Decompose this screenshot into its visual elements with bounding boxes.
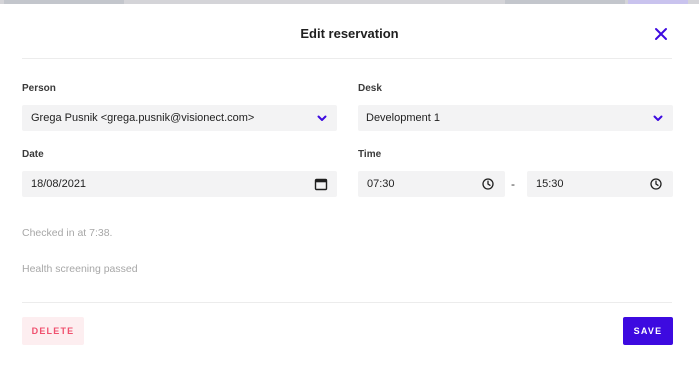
date-input[interactable]: 18/08/2021: [22, 171, 337, 197]
person-label: Person: [22, 83, 56, 94]
desk-label: Desk: [358, 83, 382, 94]
end-time-input[interactable]: 15:30: [527, 171, 673, 197]
date-value: 18/08/2021: [31, 178, 87, 190]
close-button[interactable]: [651, 24, 671, 44]
date-label: Date: [22, 149, 44, 160]
start-time-input[interactable]: 07:30: [358, 171, 505, 197]
person-select[interactable]: Grega Pusnik <grega.pusnik@visionect.com…: [22, 105, 337, 131]
close-icon: [655, 28, 667, 40]
clock-icon[interactable]: [481, 177, 495, 191]
start-time-value: 07:30: [367, 178, 395, 190]
chevron-down-icon: [317, 115, 327, 121]
save-button[interactable]: SAVE: [623, 317, 673, 345]
person-value: Grega Pusnik <grega.pusnik@visionect.com…: [31, 112, 255, 124]
chevron-down-icon: [653, 115, 663, 121]
footer-divider: [22, 302, 672, 303]
dialog-title: Edit reservation: [300, 26, 399, 41]
desk-select[interactable]: Development 1: [358, 105, 673, 131]
time-label: Time: [358, 149, 382, 160]
time-separator: -: [511, 177, 515, 191]
calendar-icon[interactable]: [314, 177, 328, 191]
edit-reservation-dialog: Edit reservation Person Grega Pusnik <gr…: [0, 4, 699, 366]
header-divider: [22, 58, 672, 59]
health-screening-status: Health screening passed: [22, 263, 138, 275]
dialog-header: Edit reservation: [0, 22, 699, 46]
clock-icon[interactable]: [649, 177, 663, 191]
delete-button[interactable]: DELETE: [22, 317, 84, 345]
checked-in-status: Checked in at 7:38.: [22, 227, 113, 239]
end-time-value: 15:30: [536, 178, 564, 190]
desk-value: Development 1: [366, 112, 440, 124]
